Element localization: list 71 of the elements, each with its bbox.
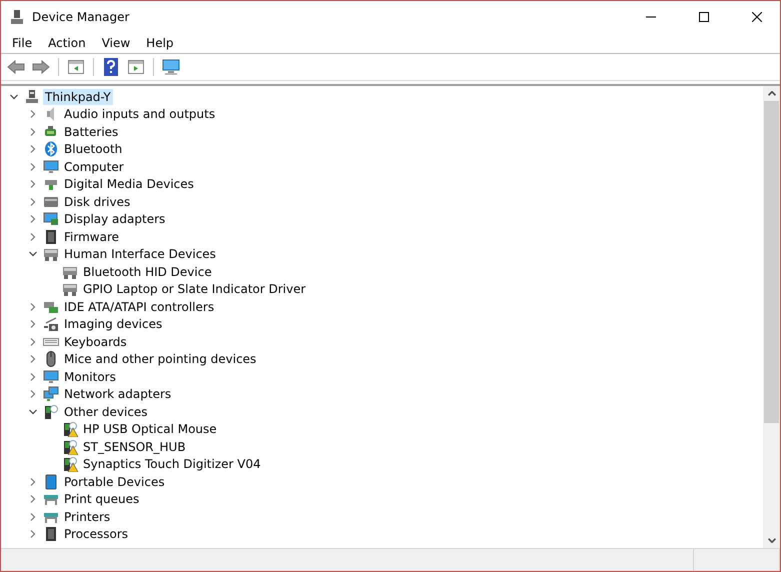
tree-item[interactable]: Keyboards xyxy=(62,334,129,350)
menu-item[interactable]: File xyxy=(4,36,40,50)
expand-chevron-icon[interactable] xyxy=(28,126,38,137)
monitor-icon xyxy=(43,158,59,175)
network-icon xyxy=(43,386,59,402)
collapse-chevron-icon[interactable] xyxy=(28,406,38,417)
tree-item[interactable]: Network adapters xyxy=(62,386,174,402)
expand-chevron-icon[interactable] xyxy=(28,389,38,400)
tree-item[interactable]: Firmware xyxy=(62,228,121,245)
keyboard-icon xyxy=(43,246,59,262)
keyboard-icon xyxy=(62,281,78,298)
tree-item[interactable]: Monitors xyxy=(62,368,118,385)
expand-chevron-icon[interactable] xyxy=(28,232,38,242)
expand-chevron-icon[interactable] xyxy=(28,512,38,522)
unknown-device-icon xyxy=(43,404,59,420)
tree-item[interactable]: Computer xyxy=(62,158,126,175)
display-adapter-icon xyxy=(43,211,59,228)
collapse-chevron-icon[interactable] xyxy=(9,92,19,102)
expand-chevron-icon[interactable] xyxy=(28,494,38,504)
bluetooth-icon xyxy=(43,141,59,158)
expand-chevron-icon[interactable] xyxy=(28,336,38,347)
expand-chevron-icon[interactable] xyxy=(28,179,38,190)
menu-item[interactable]: Action xyxy=(40,36,94,50)
window-title: Device Manager xyxy=(32,10,130,24)
expand-chevron-icon[interactable] xyxy=(28,109,38,120)
tree-item[interactable]: Audio inputs and outputs xyxy=(62,106,218,122)
tree-item[interactable]: IDE ATA/ATAPI controllers xyxy=(62,298,216,315)
expand-chevron-icon[interactable] xyxy=(28,144,38,154)
tree-item[interactable]: Processors xyxy=(62,526,130,542)
tree-item[interactable]: Disk drives xyxy=(62,194,132,210)
expand-chevron-icon[interactable] xyxy=(28,319,38,330)
scroll-up-icon[interactable] xyxy=(768,91,776,96)
tree-item[interactable]: Other devices xyxy=(62,404,150,420)
computer-icon xyxy=(24,88,40,105)
app-icon xyxy=(9,8,25,24)
tree-item[interactable]: Imaging devices xyxy=(62,316,164,332)
minimize-icon xyxy=(646,16,656,18)
expand-chevron-icon[interactable] xyxy=(28,476,38,487)
chip-icon xyxy=(43,228,59,245)
expand-chevron-icon[interactable] xyxy=(28,354,38,364)
tree-item[interactable]: Synaptics Touch Digitizer V04 xyxy=(81,456,263,472)
chip-icon xyxy=(43,526,59,542)
menu-item[interactable]: View xyxy=(94,36,138,50)
expand-chevron-icon[interactable] xyxy=(28,372,38,382)
tree-item[interactable]: Batteries xyxy=(62,124,120,140)
expand-chevron-icon[interactable] xyxy=(28,162,38,172)
tree-item[interactable]: Printers xyxy=(62,508,112,525)
scroll-down-icon[interactable] xyxy=(768,538,776,543)
maximize-icon xyxy=(699,12,709,22)
camera-icon xyxy=(43,316,59,332)
portable-device-icon xyxy=(43,474,59,490)
tree-item[interactable]: GPIO Laptop or Slate Indicator Driver xyxy=(81,281,308,298)
tree-item[interactable]: ST_SENSOR_HUB xyxy=(81,438,188,455)
tree-item[interactable]: HP USB Optical Mouse xyxy=(81,421,219,438)
tree-item[interactable]: Mice and other pointing devices xyxy=(62,351,258,368)
tree-item[interactable]: Bluetooth HID Device xyxy=(81,264,214,280)
tree-item[interactable]: Human Interface Devices xyxy=(62,246,218,262)
scrollbar[interactable] xyxy=(763,86,780,548)
monitor-icon xyxy=(43,368,59,385)
expand-chevron-icon[interactable] xyxy=(28,302,38,312)
expand-chevron-icon[interactable] xyxy=(28,196,38,207)
menu-item[interactable]: Help xyxy=(138,36,182,50)
tree-item[interactable]: Portable Devices xyxy=(62,474,167,490)
tree-item[interactable]: Bluetooth xyxy=(62,141,124,158)
expand-chevron-icon[interactable] xyxy=(28,214,38,224)
tree-item[interactable]: Thinkpad-Y xyxy=(43,88,113,105)
tree-item[interactable]: Digital Media Devices xyxy=(62,176,196,192)
tree-item[interactable]: Print queues xyxy=(62,491,142,508)
expand-chevron-icon[interactable] xyxy=(28,529,38,540)
close-icon xyxy=(752,12,762,22)
tree-item[interactable]: Display adapters xyxy=(62,211,168,228)
